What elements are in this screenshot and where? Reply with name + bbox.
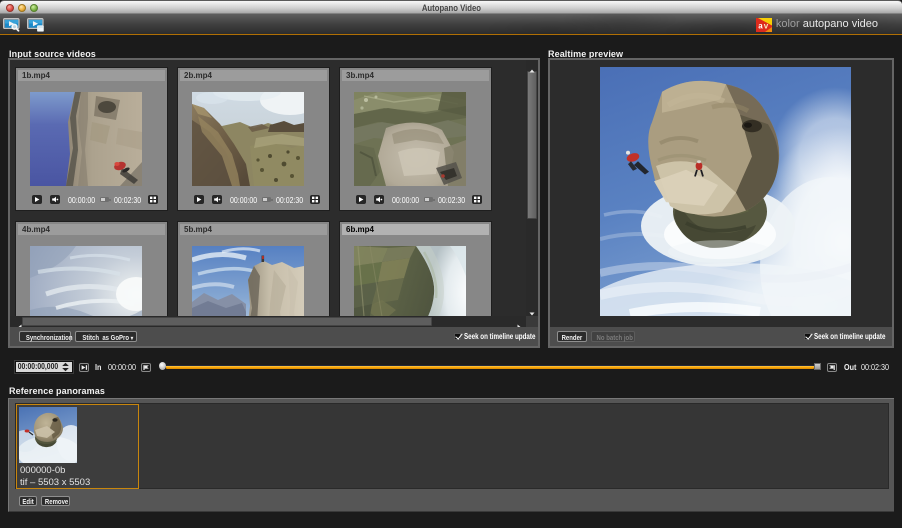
svg-text:v: v bbox=[764, 22, 769, 31]
svg-text:a: a bbox=[758, 22, 763, 31]
